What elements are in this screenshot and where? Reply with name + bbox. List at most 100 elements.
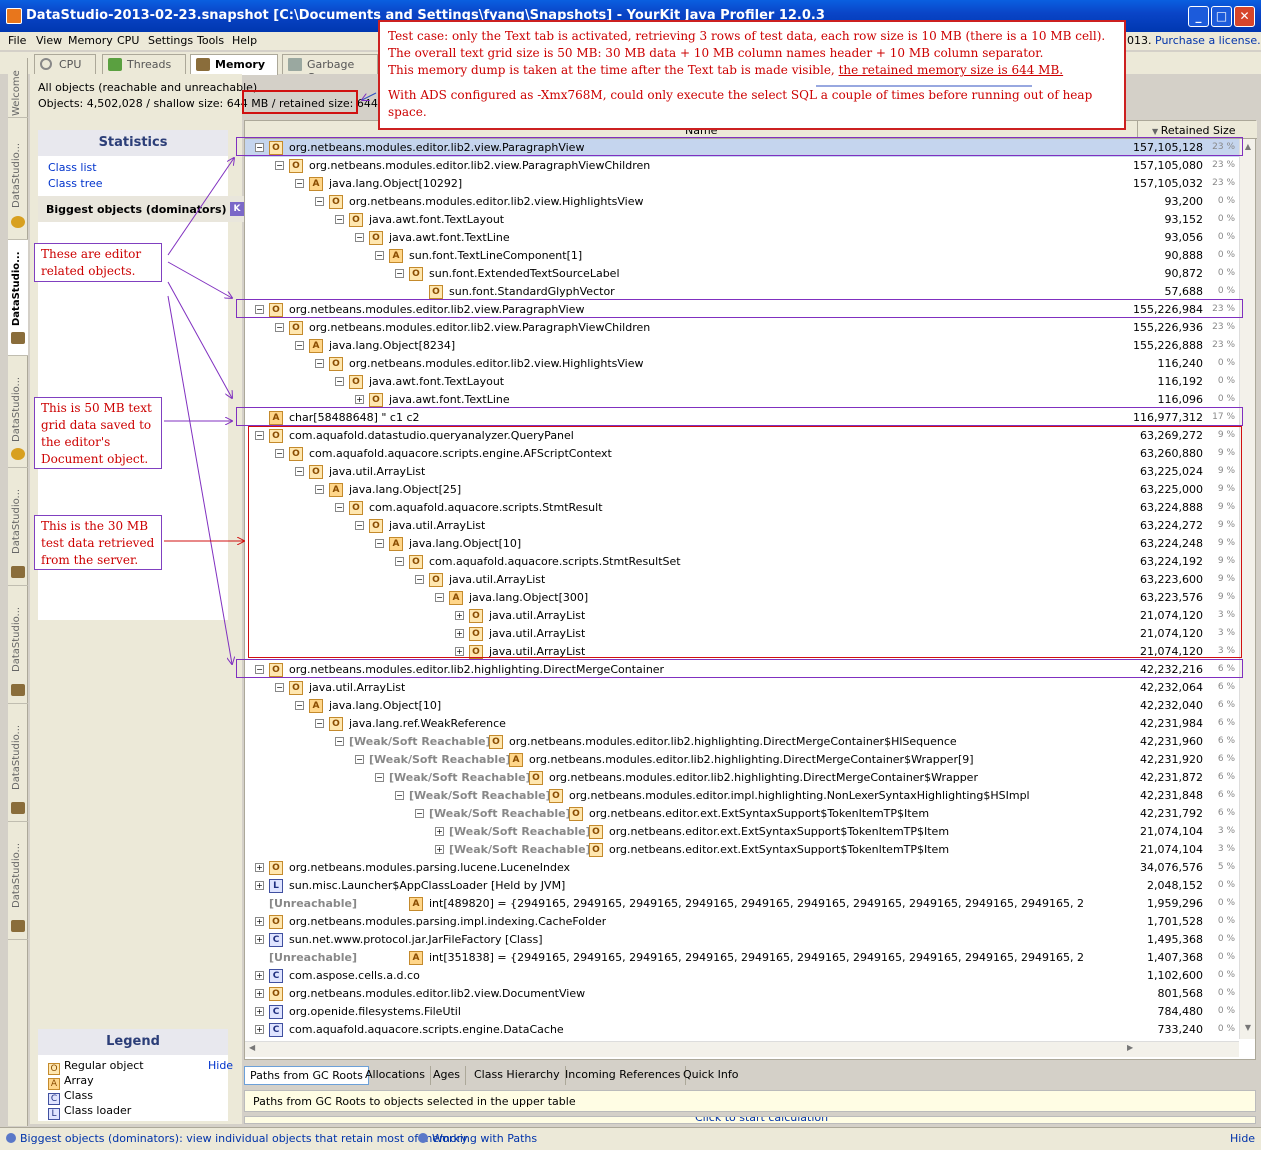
- expand-icon[interactable]: +: [255, 935, 264, 944]
- table-row[interactable]: − Osun.font.ExtendedTextSourceLabel 90,872…: [245, 265, 1239, 283]
- class-list-link[interactable]: Class list: [48, 161, 97, 174]
- tab-allocations[interactable]: Allocations: [360, 1066, 431, 1085]
- collapse-icon[interactable]: −: [295, 341, 304, 350]
- tab-ages[interactable]: Ages: [428, 1066, 467, 1085]
- collapse-icon[interactable]: −: [315, 197, 324, 206]
- table-row[interactable]: − [Weak/Soft Reachable] Aorg.netbeans.modu…: [245, 751, 1239, 769]
- menu-settings[interactable]: Settings: [148, 34, 193, 47]
- table-row[interactable]: − [Weak/Soft Reachable] Oorg.netbeans.edit…: [245, 805, 1239, 823]
- class-tree-link[interactable]: Class tree: [48, 177, 103, 190]
- table-row[interactable]: − Oorg.netbeans.modules.editor.lib2.view.…: [245, 319, 1239, 337]
- table-row[interactable]: [Unreachable] Aint[489820] = {2949165, 29…: [245, 895, 1239, 913]
- biggest-objects-item[interactable]: Biggest objects (dominators) K: [38, 196, 248, 222]
- tab-quick-info[interactable]: Quick Info: [678, 1066, 743, 1085]
- tab-paths-from-gc-roots[interactable]: Paths from GC Roots: [244, 1066, 369, 1085]
- collapse-icon[interactable]: −: [355, 755, 364, 764]
- expand-icon[interactable]: +: [355, 395, 364, 404]
- expand-icon[interactable]: +: [435, 827, 444, 836]
- table-row[interactable]: + Ccom.aquafold.aquacore.scripts.engine.D…: [245, 1021, 1239, 1039]
- vtab-snapshot-7[interactable]: DataStudio...: [8, 822, 28, 940]
- collapse-icon[interactable]: −: [375, 251, 384, 260]
- table-row[interactable]: − Oorg.netbeans.modules.editor.lib2.view.…: [245, 157, 1239, 175]
- vtab-snapshot-4[interactable]: DataStudio...: [8, 468, 28, 586]
- scroll-down-icon[interactable]: ▼: [1241, 1023, 1255, 1033]
- table-row[interactable]: − Ojava.awt.font.TextLine 93,056 0 %: [245, 229, 1239, 247]
- status-biggest-link[interactable]: Biggest objects (dominators): view indiv…: [6, 1132, 468, 1145]
- table-row[interactable]: − Ojava.awt.font.TextLayout 116,192 0 %: [245, 373, 1239, 391]
- menu-tools[interactable]: Tools: [197, 34, 224, 47]
- collapse-icon[interactable]: −: [395, 269, 404, 278]
- vtab-snapshot-2[interactable]: DataStudio...: [8, 240, 28, 356]
- tab-threads[interactable]: Threads: [102, 54, 186, 74]
- collapse-icon[interactable]: −: [275, 683, 284, 692]
- tab-incoming-references[interactable]: Incoming References: [560, 1066, 687, 1085]
- close-button[interactable]: ✕: [1234, 6, 1255, 27]
- table-row[interactable]: + Ccom.aspose.cells.a.d.co 1,102,600 0 %: [245, 967, 1239, 985]
- table-row[interactable]: − Oorg.netbeans.modules.editor.lib2.view.…: [245, 193, 1239, 211]
- table-row[interactable]: − [Weak/Soft Reachable] Oorg.netbeans.modu…: [245, 769, 1239, 787]
- menu-cpu[interactable]: CPU: [117, 34, 139, 47]
- table-row[interactable]: − Oorg.netbeans.modules.editor.lib2.view.…: [245, 355, 1239, 373]
- menu-help[interactable]: Help: [232, 34, 257, 47]
- table-row[interactable]: − Ojava.lang.ref.WeakReference 42,231,984 6…: [245, 715, 1239, 733]
- horizontal-scrollbar[interactable]: ◀ ▶: [245, 1041, 1239, 1057]
- table-row[interactable]: + Oorg.netbeans.modules.parsing.impl.inde…: [245, 913, 1239, 931]
- collapse-icon[interactable]: −: [355, 233, 364, 242]
- table-row[interactable]: − Ajava.lang.Object[10] 42,232,040 6 %: [245, 697, 1239, 715]
- table-row[interactable]: + Lsun.misc.Launcher$AppClassLoader [Held…: [245, 877, 1239, 895]
- collapse-icon[interactable]: −: [295, 701, 304, 710]
- table-row[interactable]: + Csun.net.www.protocol.jar.JarFileFactor…: [245, 931, 1239, 949]
- collapse-icon[interactable]: −: [275, 161, 284, 170]
- table-row[interactable]: + Oorg.netbeans.modules.editor.lib2.view.…: [245, 985, 1239, 1003]
- collapse-icon[interactable]: −: [335, 737, 344, 746]
- menu-view[interactable]: View: [36, 34, 62, 47]
- tab-garbage-collection[interactable]: Garbage Co: [282, 54, 378, 74]
- table-row[interactable]: − Ojava.awt.font.TextLayout 93,152 0 %: [245, 211, 1239, 229]
- expand-icon[interactable]: +: [255, 863, 264, 872]
- maximize-button[interactable]: □: [1211, 6, 1232, 27]
- collapse-icon[interactable]: −: [315, 719, 324, 728]
- table-row[interactable]: [Unreachable] Aint[351838] = {2949165, 29…: [245, 949, 1239, 967]
- collapse-icon[interactable]: −: [335, 215, 344, 224]
- minimize-button[interactable]: _: [1188, 6, 1209, 27]
- start-calculation-link[interactable]: Click to start calculation: [695, 1117, 828, 1123]
- scroll-up-icon[interactable]: ▲: [1241, 142, 1255, 152]
- table-row[interactable]: + [Weak/Soft Reachable] Oorg.netbeans.edit…: [245, 823, 1239, 841]
- tab-cpu[interactable]: CPU: [34, 54, 96, 74]
- table-row[interactable]: − [Weak/Soft Reachable] Oorg.netbeans.modu…: [245, 787, 1239, 805]
- expand-icon[interactable]: +: [255, 1025, 264, 1034]
- table-row[interactable]: − Ajava.lang.Object[8234] 155,226,888 23 %: [245, 337, 1239, 355]
- tab-class-hierarchy[interactable]: Class Hierarchy: [469, 1066, 566, 1085]
- collapse-icon[interactable]: −: [375, 773, 384, 782]
- collapse-icon[interactable]: −: [335, 377, 344, 386]
- table-row[interactable]: − Ajava.lang.Object[10292] 157,105,032 23 %: [245, 175, 1239, 193]
- vtab-welcome[interactable]: Welcome: [8, 58, 28, 118]
- collapse-icon[interactable]: −: [315, 359, 324, 368]
- table-row[interactable]: + [Weak/Soft Reachable] Oorg.netbeans.edit…: [245, 841, 1239, 859]
- vtab-snapshot-1[interactable]: DataStudio...: [8, 118, 28, 240]
- collapse-icon[interactable]: −: [295, 179, 304, 188]
- tab-memory[interactable]: Memory: [190, 54, 278, 75]
- expand-icon[interactable]: +: [255, 917, 264, 926]
- expand-icon[interactable]: +: [255, 971, 264, 980]
- table-row[interactable]: + Oorg.netbeans.modules.parsing.lucene.Lu…: [245, 859, 1239, 877]
- table-row[interactable]: − Ojava.util.ArrayList 42,232,064 6 %: [245, 679, 1239, 697]
- scroll-right-icon[interactable]: ▶: [1127, 1043, 1133, 1052]
- vtab-snapshot-6[interactable]: DataStudio...: [8, 704, 28, 822]
- collapse-icon[interactable]: −: [395, 791, 404, 800]
- expand-icon[interactable]: +: [255, 989, 264, 998]
- expand-icon[interactable]: +: [435, 845, 444, 854]
- table-row[interactable]: − [Weak/Soft Reachable] Oorg.netbeans.modu…: [245, 733, 1239, 751]
- menu-file[interactable]: File: [8, 34, 26, 47]
- status-paths-link[interactable]: Working with Paths: [418, 1132, 537, 1145]
- vtab-snapshot-3[interactable]: DataStudio...: [8, 356, 28, 468]
- purchase-license-link[interactable]: Purchase a license.: [1155, 34, 1261, 47]
- collapse-icon[interactable]: −: [415, 809, 424, 818]
- collapse-icon[interactable]: −: [275, 323, 284, 332]
- menu-memory[interactable]: Memory: [68, 34, 113, 47]
- table-row[interactable]: + Corg.openide.filesystems.FileUtil 784,48…: [245, 1003, 1239, 1021]
- expand-icon[interactable]: +: [255, 881, 264, 890]
- legend-hide-link[interactable]: Hide: [208, 1059, 233, 1072]
- expand-icon[interactable]: +: [255, 1007, 264, 1016]
- status-hide-link[interactable]: Hide: [1230, 1132, 1255, 1145]
